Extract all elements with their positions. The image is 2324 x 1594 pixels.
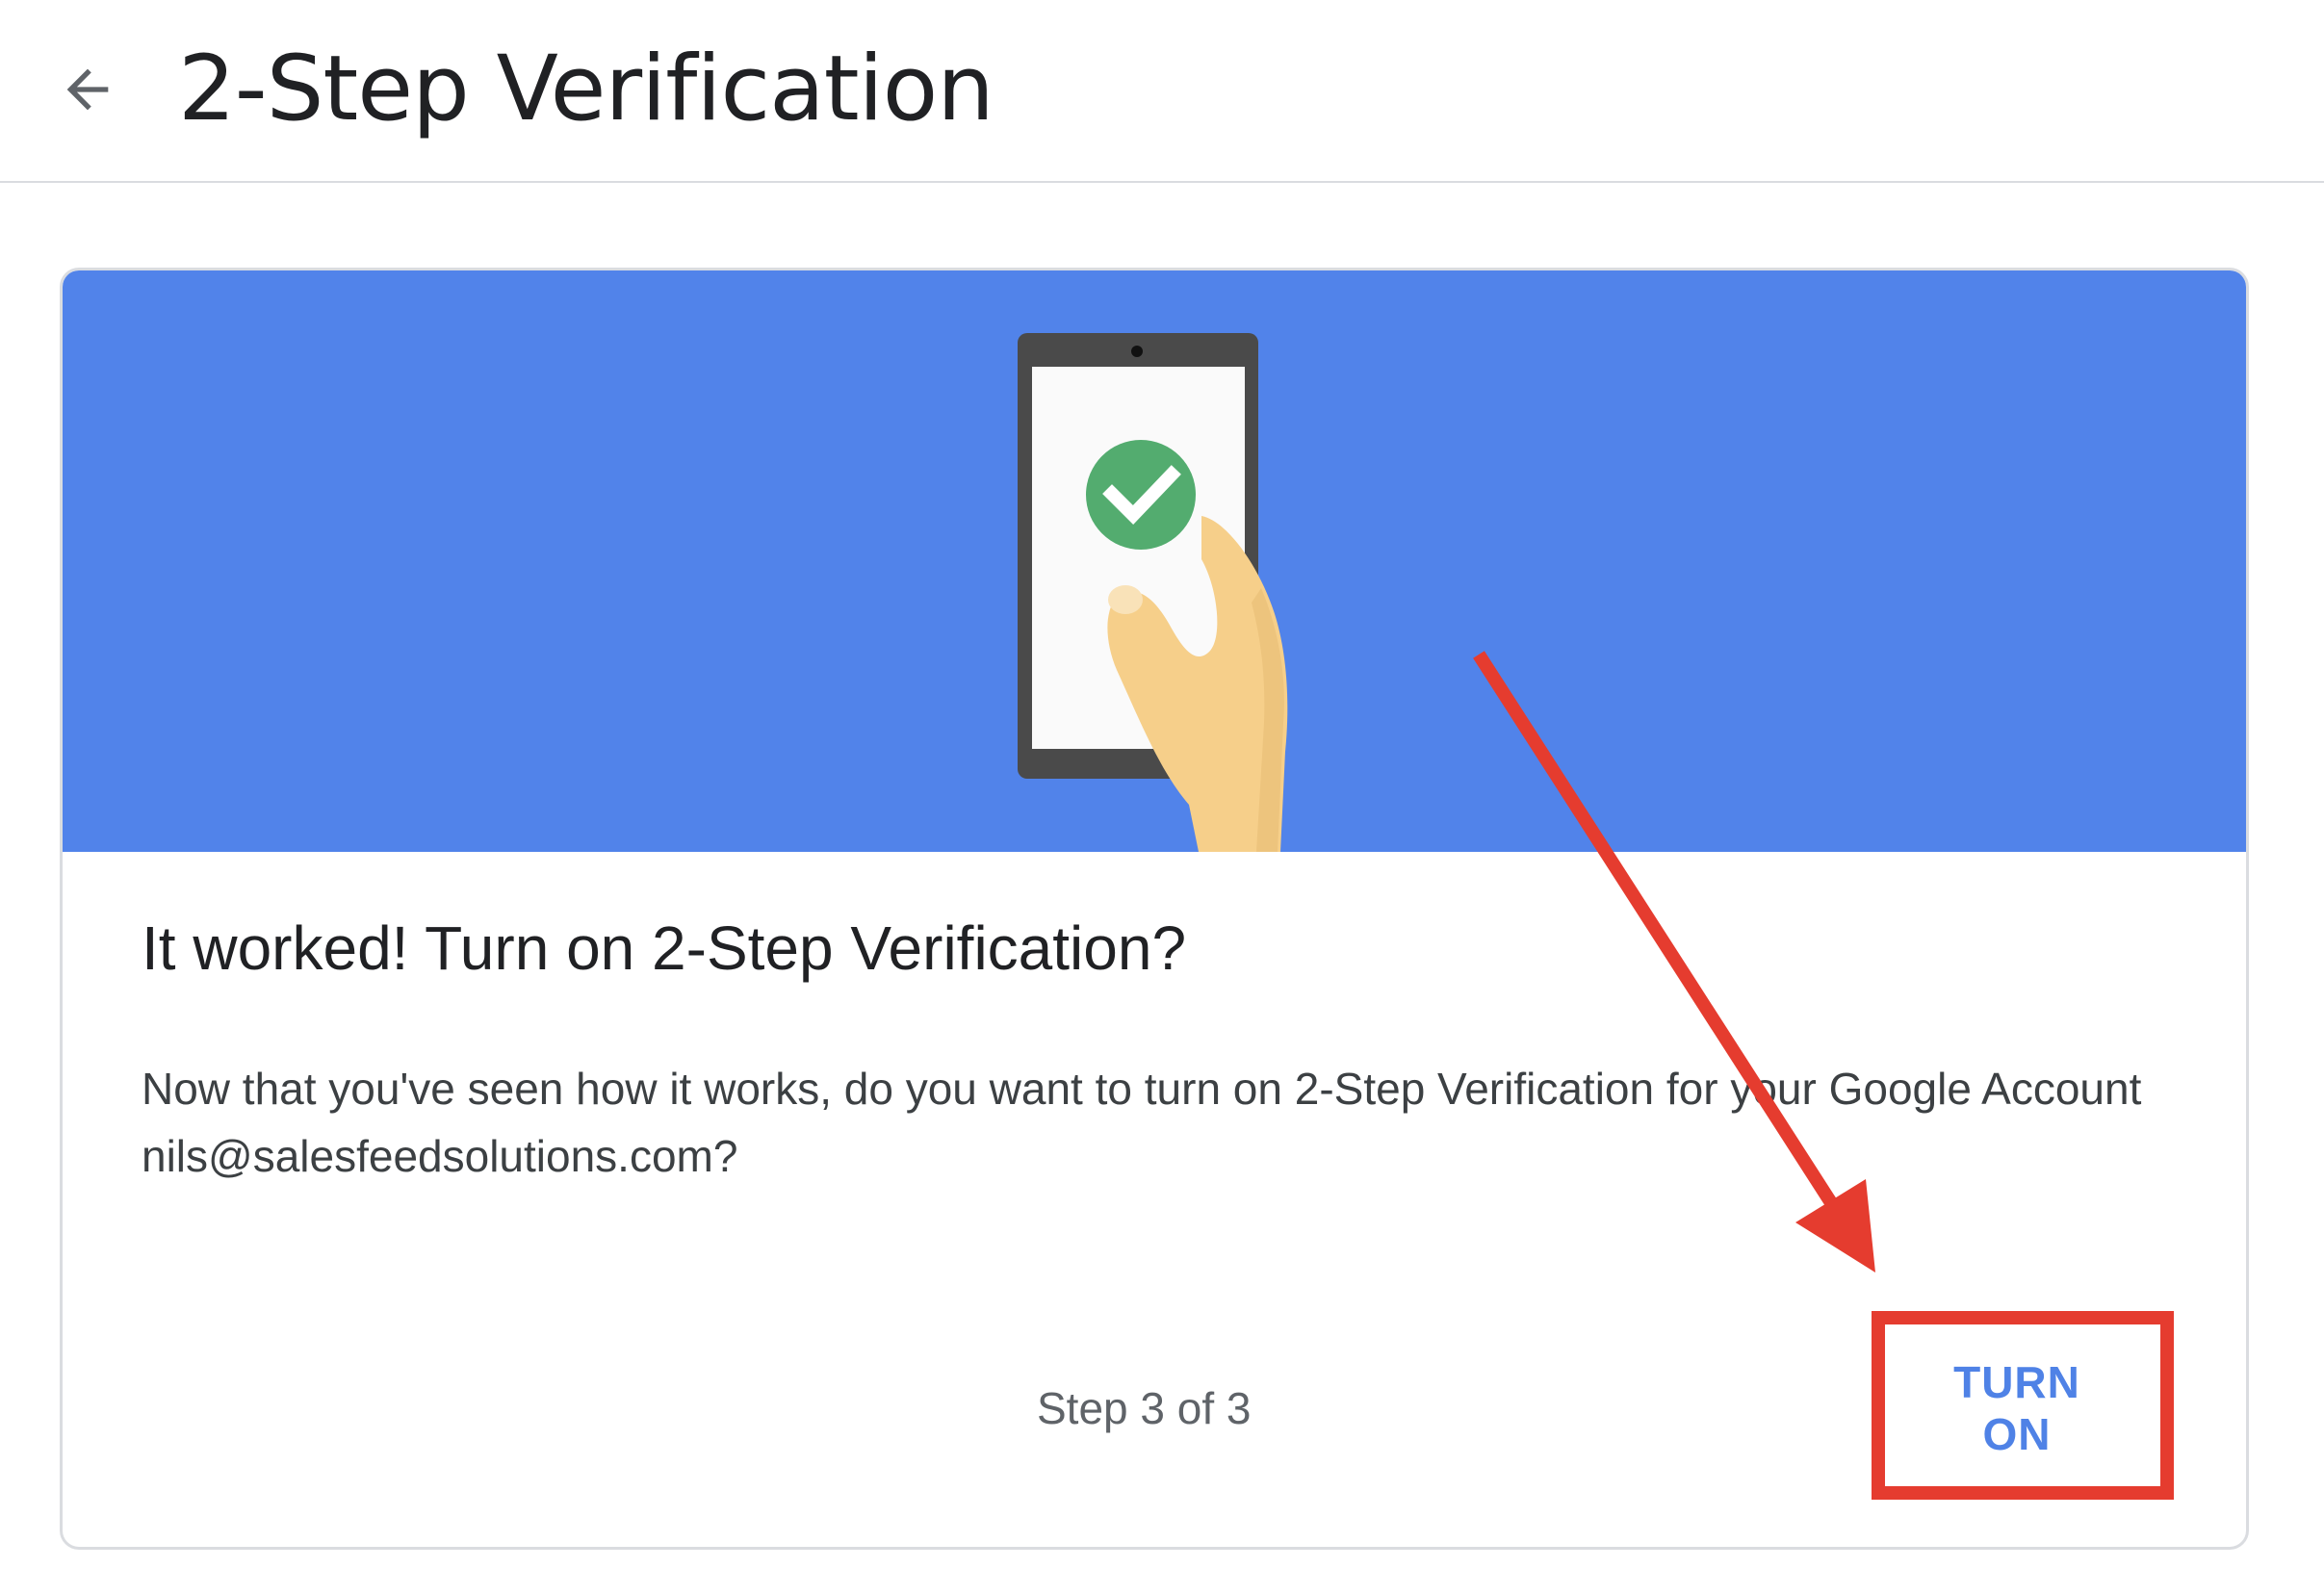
phone-check-illustration [1018, 333, 1288, 852]
hero-banner [63, 270, 2246, 852]
arrow-back-icon [66, 68, 109, 111]
card-description: Now that you've seen how it works, do yo… [142, 1064, 2142, 1181]
page-title: 2-Step Verification [178, 37, 994, 141]
step-indicator: Step 3 of 3 [1037, 1383, 1252, 1433]
card-heading: It worked! Turn on 2-Step Verification? [142, 913, 1187, 983]
red-highlight-box [1872, 1311, 2174, 1500]
top-app-bar: 2-Step Verification [0, 0, 2324, 183]
back-button[interactable] [46, 48, 129, 131]
